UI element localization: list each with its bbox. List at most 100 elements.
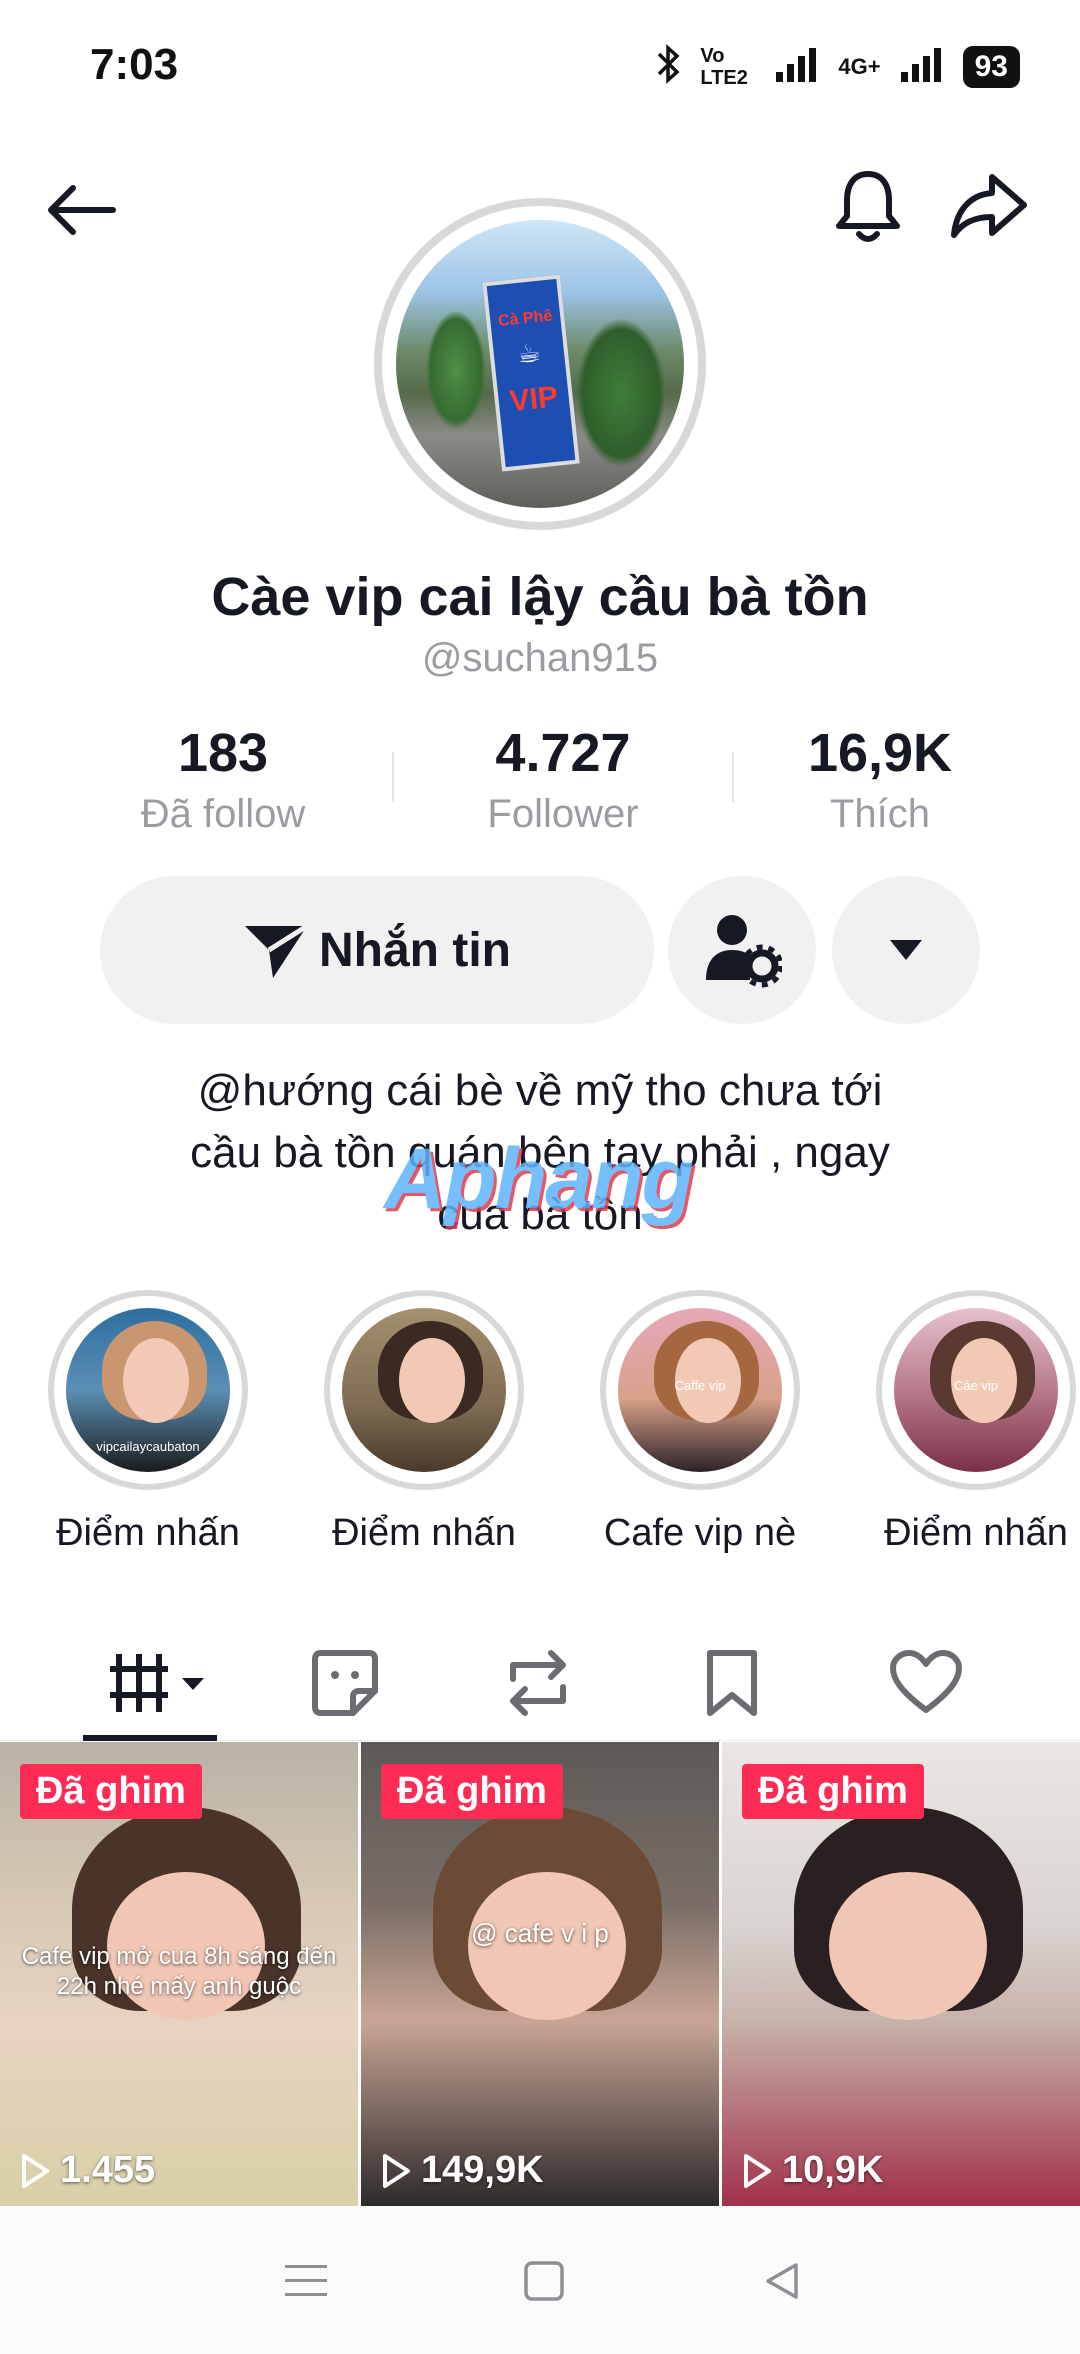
back-button[interactable] (40, 170, 120, 250)
back-arrow-icon (48, 185, 116, 235)
network-label-2: 4G+ (838, 53, 881, 79)
notification-bell-button[interactable] (828, 166, 908, 246)
video-grid: Đã ghim Cafe vip mở cua 8h sáng đến 22h … (0, 1742, 1080, 2206)
stat-divider (392, 752, 394, 802)
status-time: 7:03 (90, 40, 179, 89)
play-icon (744, 2153, 771, 2188)
stat-label: Follower (487, 792, 639, 836)
view-count-value: 1.455 (60, 2149, 156, 2191)
signal-icon-2 (899, 44, 945, 89)
play-icon (383, 2153, 410, 2188)
view-count: 149,9K (381, 2149, 544, 2192)
profile-avatar[interactable]: Cà Phê ☕ VIP (374, 198, 706, 530)
recent-apps-button[interactable] (266, 2246, 346, 2316)
pinned-badge: Đã ghim (742, 1764, 924, 1819)
highlight-item[interactable]: Càe vip Điểm nhấn (866, 1290, 1080, 1555)
highlight-label: Cafe vip nè (603, 1512, 797, 1554)
pinned-badge: Đã ghim (20, 1764, 202, 1819)
status-bar: 7:03 Vo LTE2 4G+ 93 (0, 0, 1080, 140)
user-settings-button[interactable] (668, 876, 816, 1024)
highlight-overlay-text: Càe vip (953, 1378, 999, 1393)
video-caption: Cafe vip mở cua 8h sáng đến 22h nhé mấy … (21, 1943, 337, 2000)
tab-reposts[interactable] (488, 1633, 588, 1733)
stat-followers[interactable]: 4.727 Follower (403, 722, 723, 837)
stat-following[interactable]: 183 Đã follow (63, 722, 383, 837)
message-button[interactable]: Nhắn tin (100, 876, 654, 1024)
avatar-sign: Cà Phê ☕ VIP (482, 274, 580, 472)
bell-icon (836, 171, 900, 242)
highlight-ring: Càe vip (876, 1290, 1076, 1490)
video-tile[interactable]: Đã ghim 10,9K (722, 1742, 1080, 2206)
user-gear-icon (706, 915, 782, 988)
video-caption: @ cafe v i p (471, 1918, 609, 1948)
highlights-row: vipcailaycaubaton Điểm nhấn Điểm nhấn Ca… (0, 1290, 1080, 1570)
stat-value: 4.727 (495, 723, 631, 783)
message-button-label: Nhắn tin (319, 923, 511, 977)
back-triangle-icon (766, 2263, 798, 2299)
highlight-item[interactable]: Điểm nhấn (314, 1290, 534, 1555)
view-count-value: 10,9K (782, 2149, 884, 2191)
username: @suchan915 (421, 636, 659, 680)
dropdown-triangle-icon (890, 940, 922, 960)
pinned-badge: Đã ghim (381, 1764, 563, 1819)
tab-liked[interactable] (876, 1633, 976, 1733)
signal-icon (774, 44, 820, 89)
menu-lines-icon (285, 2265, 327, 2296)
view-count: 1.455 (20, 2149, 155, 2192)
watermark-logo: Aphang (384, 1131, 694, 1227)
share-arrow-icon (951, 174, 1027, 238)
avatar-sign-line2: VIP (507, 380, 560, 419)
stat-label: Đã follow (140, 792, 306, 836)
content-tabs (0, 1625, 1080, 1741)
video-tile[interactable]: Đã ghim Cafe vip mở cua 8h sáng đến 22h … (0, 1742, 358, 2206)
home-button[interactable] (504, 2246, 584, 2316)
bookmark-icon (707, 1650, 757, 1716)
bluetooth-icon (656, 44, 682, 89)
stat-label: Thích (829, 792, 931, 836)
highlight-overlay-text: Caffe vip (674, 1378, 726, 1393)
highlight-overlay-text: vipcailaycaubaton (96, 1439, 200, 1454)
system-back-button[interactable] (742, 2246, 822, 2316)
highlight-item[interactable]: Caffe vip Cafe vip nè (590, 1290, 810, 1555)
cup-icon: ☕ (515, 336, 543, 370)
battery-indicator: 93 (962, 45, 1020, 88)
grid-icon (110, 1654, 204, 1712)
profile-stats: 183 Đã follow 4.727 Follower 16,9K Thích (0, 722, 1080, 842)
highlight-thumbnail: vipcailaycaubaton (66, 1308, 230, 1472)
highlight-ring (324, 1290, 524, 1490)
avatar-image: Cà Phê ☕ VIP (396, 220, 684, 508)
highlight-label: Điểm nhấn (332, 1512, 516, 1554)
tab-videos[interactable] (100, 1633, 220, 1733)
system-nav-bar (0, 2206, 1080, 2354)
network-label-1: Vo LTE2 (700, 44, 748, 89)
sticker-icon (312, 1650, 378, 1716)
home-square-icon (524, 2261, 564, 2301)
status-icons: Vo LTE2 4G+ 93 (656, 44, 1020, 89)
display-name: Càe vip cai lậy cầu bà tồn (211, 567, 869, 627)
highlight-thumbnail: Caffe vip (618, 1308, 782, 1472)
view-count: 10,9K (742, 2149, 883, 2192)
highlight-thumbnail: Càe vip (894, 1308, 1058, 1472)
stat-likes[interactable]: 16,9K Thích (720, 722, 1040, 837)
send-icon (245, 923, 309, 978)
stat-value: 183 (177, 723, 269, 783)
video-tile[interactable]: Đã ghim @ cafe v i p 149,9K (361, 1742, 719, 2206)
play-icon (22, 2153, 49, 2188)
bio-line: @hướng cái bè về mỹ tho chưa tới (197, 1066, 883, 1115)
highlight-thumbnail (342, 1308, 506, 1472)
highlight-item[interactable]: vipcailaycaubaton Điểm nhấn (38, 1290, 258, 1555)
highlight-ring: vipcailaycaubaton (48, 1290, 248, 1490)
repost-icon (510, 1650, 566, 1716)
stat-value: 16,9K (807, 723, 953, 783)
tab-saved[interactable] (682, 1633, 782, 1733)
highlight-ring: Caffe vip (600, 1290, 800, 1490)
avatar-sign-line1: Cà Phê (497, 307, 554, 331)
highlight-label: Điểm nhấn (884, 1512, 1068, 1554)
tab-stickers[interactable] (295, 1633, 395, 1733)
highlight-label: Điểm nhấn (56, 1512, 240, 1554)
more-options-button[interactable] (832, 876, 980, 1024)
view-count-value: 149,9K (421, 2149, 544, 2191)
share-button[interactable] (948, 166, 1028, 246)
heart-icon (890, 1650, 962, 1713)
active-tab-indicator (83, 1735, 217, 1741)
